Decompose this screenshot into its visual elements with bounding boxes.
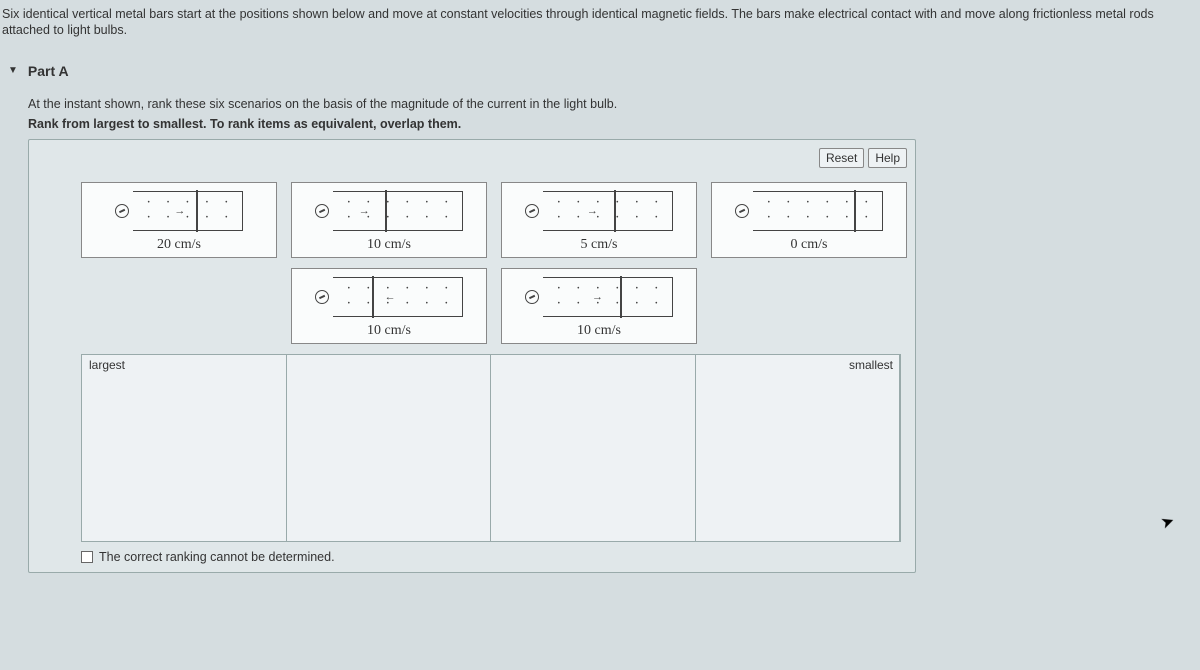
cannot-determine-row[interactable]: The correct ranking cannot be determined… bbox=[81, 550, 907, 564]
circuit-diagram-icon: •••••••••••• bbox=[315, 273, 463, 321]
tile-10cms-a[interactable]: •••••••••••• 10 cm/s bbox=[291, 182, 487, 258]
circuit-diagram-icon: •••••••••••• bbox=[525, 273, 673, 321]
reset-button[interactable]: Reset bbox=[819, 148, 864, 168]
tile-label: 10 cm/s bbox=[577, 323, 621, 339]
smallest-label: smallest bbox=[846, 357, 896, 373]
circuit-diagram-icon: •••••••••••• bbox=[315, 187, 463, 235]
help-button[interactable]: Help bbox=[868, 148, 907, 168]
question-text: At the instant shown, rank these six sce… bbox=[28, 97, 1172, 111]
part-header: ▼ Part A bbox=[0, 53, 1200, 97]
circuit-diagram-icon: •••••••••••• bbox=[525, 187, 673, 235]
tile-label: 10 cm/s bbox=[367, 323, 411, 339]
checkbox-icon[interactable] bbox=[81, 551, 93, 563]
problem-statement: Six identical vertical metal bars start … bbox=[0, 0, 1200, 53]
tile-label: 20 cm/s bbox=[157, 237, 201, 253]
ranking-drop-zone[interactable]: largest smallest bbox=[81, 354, 901, 542]
tile-10cms-c[interactable]: •••••••••••• 10 cm/s bbox=[501, 268, 697, 344]
circuit-diagram-icon: •••••••••••• bbox=[735, 187, 883, 235]
tile-20cms[interactable]: •••••••••• 20 cm/s bbox=[81, 182, 277, 258]
checkbox-label: The correct ranking cannot be determined… bbox=[99, 550, 335, 564]
rank-slot[interactable] bbox=[491, 355, 696, 541]
tile-10cms-b[interactable]: •••••••••••• 10 cm/s bbox=[291, 268, 487, 344]
tile-label: 10 cm/s bbox=[367, 237, 411, 253]
part-title: Part A bbox=[28, 63, 69, 79]
rank-slot[interactable] bbox=[287, 355, 492, 541]
instruction-text: Rank from largest to smallest. To rank i… bbox=[28, 117, 1172, 131]
tiles-pool: •••••••••• 20 cm/s •••••••••••• bbox=[37, 178, 907, 344]
tile-label: 5 cm/s bbox=[581, 237, 618, 253]
circuit-diagram-icon: •••••••••• bbox=[115, 187, 243, 235]
rank-slot[interactable] bbox=[82, 355, 287, 541]
tile-label: 0 cm/s bbox=[791, 237, 828, 253]
ranking-widget: Reset Help •••••••••• 20 cm/s bbox=[28, 139, 916, 573]
largest-label: largest bbox=[86, 357, 128, 373]
rank-slot[interactable] bbox=[696, 355, 901, 541]
collapse-caret-icon[interactable]: ▼ bbox=[8, 65, 18, 76]
tile-0cms[interactable]: •••••••••••• 0 cm/s bbox=[711, 182, 907, 258]
tile-5cms[interactable]: •••••••••••• 5 cm/s bbox=[501, 182, 697, 258]
